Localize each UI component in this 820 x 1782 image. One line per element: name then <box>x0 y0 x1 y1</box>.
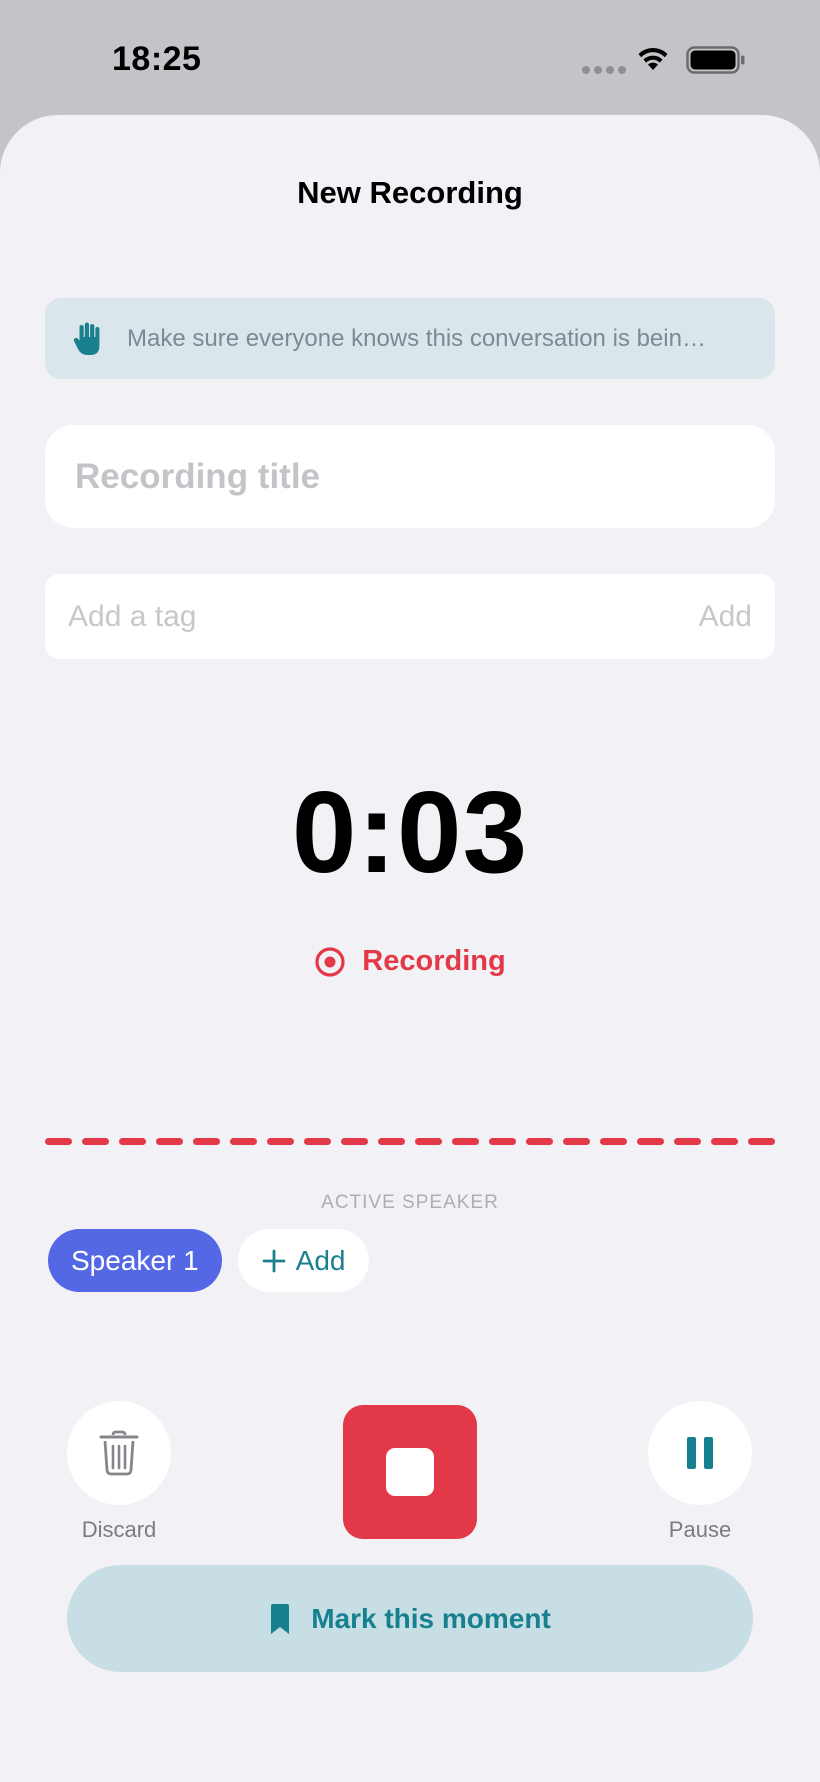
status-time: 18:25 <box>112 40 202 78</box>
add-speaker-label: Add <box>295 1244 346 1276</box>
record-indicator-icon <box>315 946 345 977</box>
speaker-chip-row: Speaker 1 Add <box>48 1229 370 1292</box>
speaker-chip-speaker-1[interactable]: Speaker 1 <box>48 1229 222 1292</box>
discard-button[interactable] <box>67 1401 171 1505</box>
add-tag-button[interactable]: Add <box>699 600 752 634</box>
tag-input[interactable] <box>68 599 628 634</box>
trash-icon <box>99 1430 139 1476</box>
active-speaker-heading: ACTIVE SPEAKER <box>321 1192 499 1213</box>
mark-moment-label: Mark this moment <box>311 1602 551 1634</box>
recording-title-field[interactable] <box>45 425 775 528</box>
cellular-signal-icon <box>582 66 626 74</box>
discard-label: Discard <box>81 1517 157 1542</box>
recording-sheet: New Recording Make sure everyone knows t… <box>0 115 820 1782</box>
stop-icon <box>386 1448 434 1496</box>
status-bar: 18:25 <box>0 0 820 115</box>
pause-label: Pause <box>668 1517 732 1542</box>
waveform-placeholder-line <box>45 1138 775 1146</box>
hand-icon <box>71 322 105 356</box>
battery-icon <box>686 46 745 74</box>
pause-button[interactable] <box>648 1401 752 1505</box>
wifi-icon <box>638 47 668 70</box>
tag-field[interactable]: Add <box>45 574 775 659</box>
mark-moment-button[interactable]: Mark this moment <box>67 1565 753 1672</box>
plus-icon <box>262 1249 286 1272</box>
recording-status-label: Recording <box>362 945 506 977</box>
pause-icon <box>687 1437 713 1469</box>
add-speaker-button[interactable]: Add <box>237 1229 370 1292</box>
consent-notice-text: Make sure everyone knows this conversati… <box>127 324 706 352</box>
bookmark-icon <box>271 1603 290 1634</box>
elapsed-timer: 0:03 <box>291 767 529 897</box>
recording-status: Recording <box>0 945 820 978</box>
recording-title-input[interactable] <box>75 456 735 497</box>
stop-recording-button[interactable] <box>343 1405 477 1539</box>
sheet-title: New Recording <box>297 175 523 210</box>
consent-notice-banner: Make sure everyone knows this conversati… <box>45 298 775 379</box>
